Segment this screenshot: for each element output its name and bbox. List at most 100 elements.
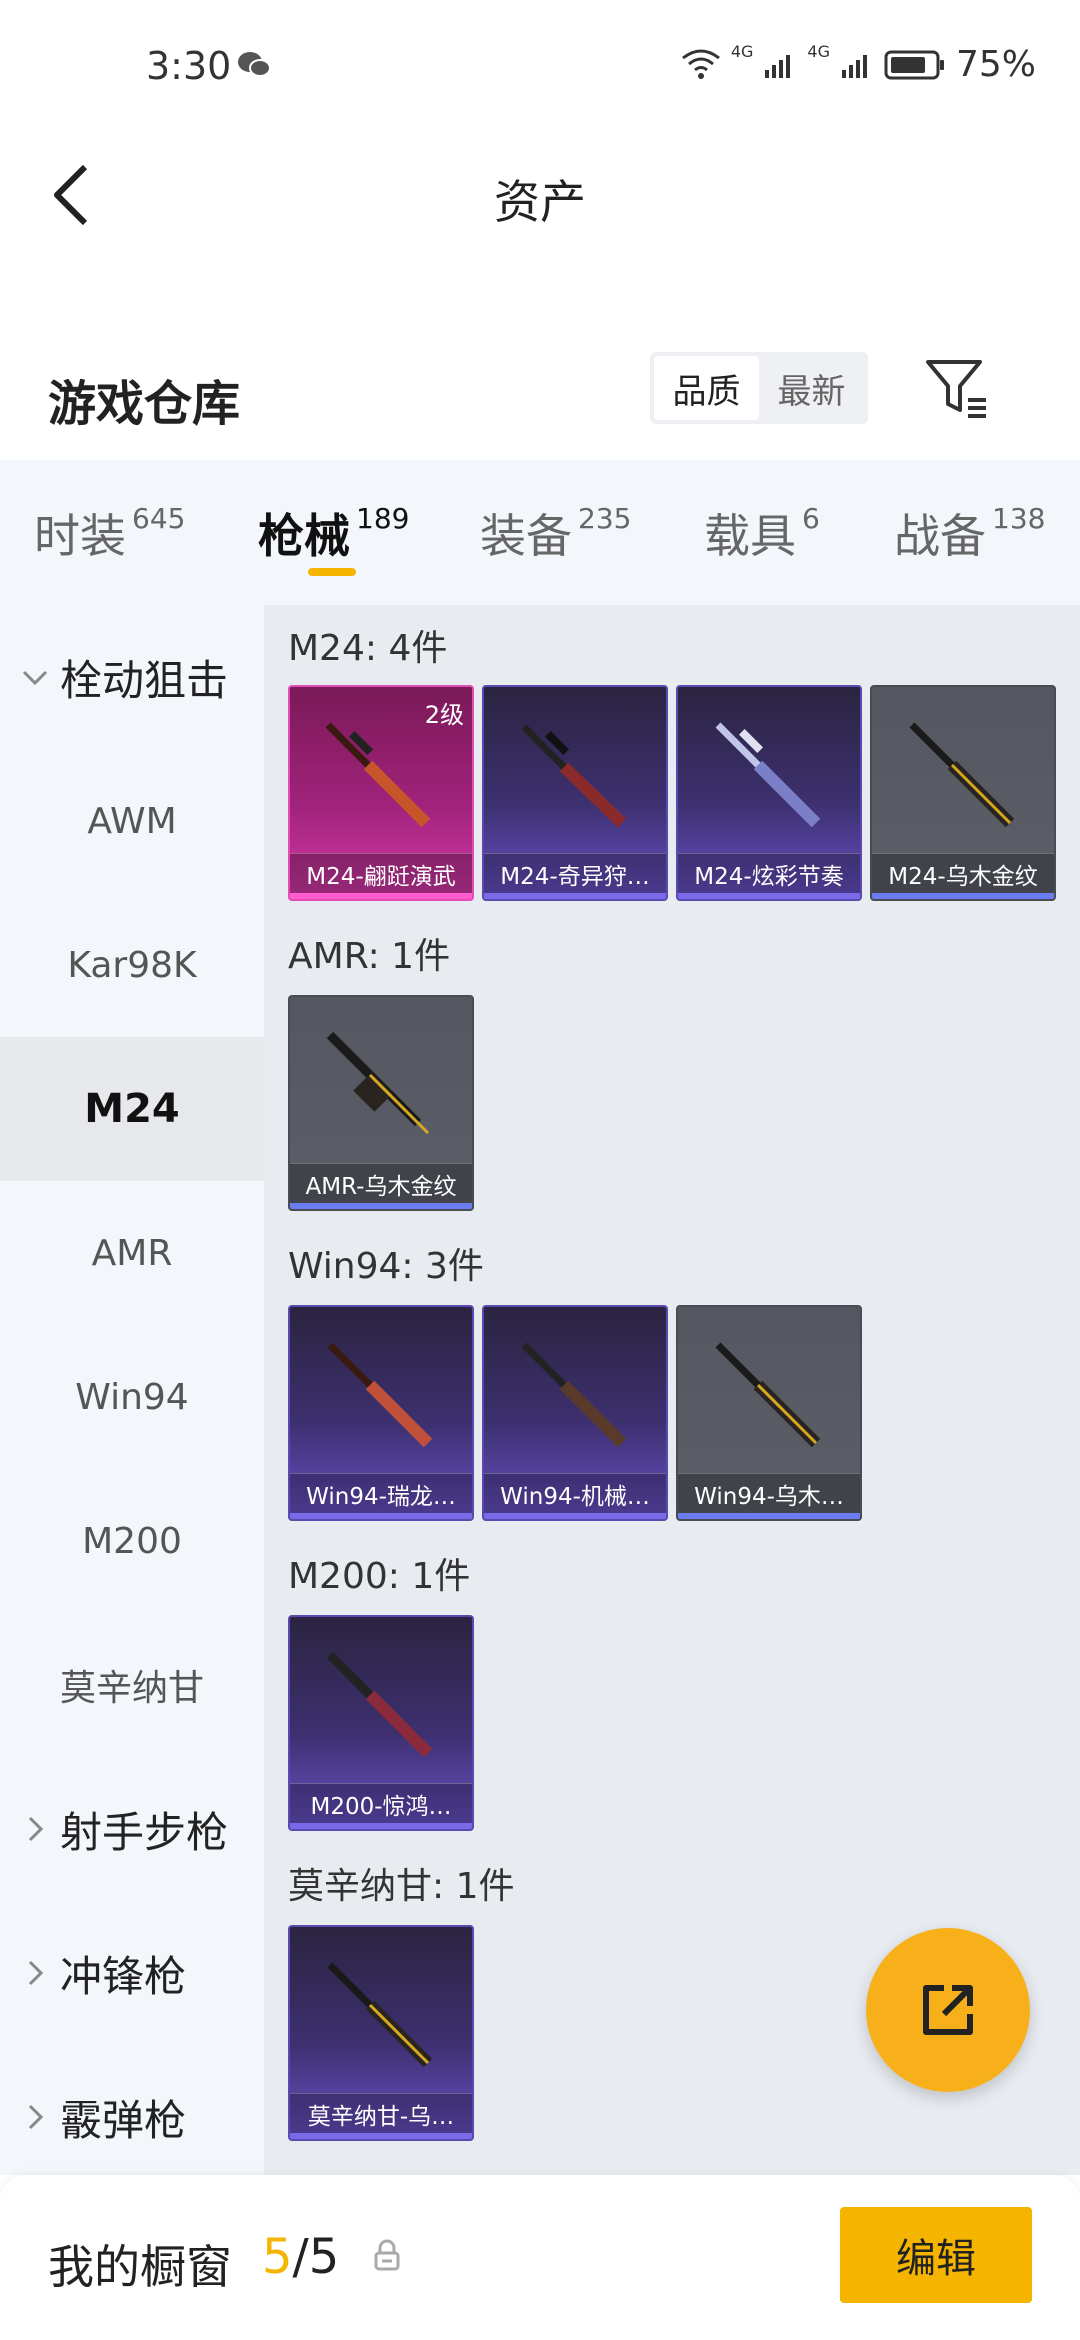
weapon-sidebar: 栓动狙击 AWM Kar98K M24 AMR Win94 M200 莫辛纳甘 … <box>0 605 264 2175</box>
rifle-icon <box>326 1031 430 1135</box>
section-title: AMR: 1件 <box>288 936 451 977</box>
wifi-icon <box>681 49 720 79</box>
rarity-bar <box>484 893 666 899</box>
edit-button[interactable]: 编辑 <box>840 2207 1032 2303</box>
tab-equipment[interactable]: 装备 235 <box>480 500 631 566</box>
sidebar-item-mosin[interactable]: 莫辛纳甘 <box>0 1613 264 1757</box>
signal-icon-2 <box>841 54 867 78</box>
rarity-bar <box>290 1513 472 1519</box>
skin-name: Win94-瑞龙… <box>290 1473 472 1513</box>
sort-option-newest[interactable]: 最新 <box>759 356 864 420</box>
status-right: 4G 4G 75% <box>681 44 1036 85</box>
rarity-bar <box>872 893 1054 899</box>
tab-fashion[interactable]: 时装 645 <box>34 500 185 566</box>
external-link-icon <box>923 1985 973 2035</box>
tab-label: 时装 <box>34 509 126 563</box>
sidebar-item-kar98k[interactable]: Kar98K <box>0 893 264 1037</box>
chevron-down-icon <box>22 670 48 686</box>
tab-label: 载具 <box>704 509 796 563</box>
rarity-bar <box>290 1823 472 1829</box>
skin-name: 莫辛纳甘-乌… <box>290 2093 472 2133</box>
tab-count: 6 <box>802 502 820 535</box>
skin-name: M24-翩跹演武 <box>290 853 472 893</box>
sidebar-group-bolt-action[interactable]: 栓动狙击 <box>18 605 228 749</box>
skin-name: M24-炫彩节奏 <box>678 853 860 893</box>
rifle-icon <box>715 722 821 828</box>
skin-name: Win94-乌木… <box>678 1473 860 1513</box>
rifle-icon <box>325 722 431 828</box>
skin-card[interactable]: M200-惊鸿… <box>288 1615 474 1831</box>
section-title: M200: 1件 <box>288 1556 471 1597</box>
signal-icon <box>765 54 791 78</box>
network-label-1: 4G <box>730 42 754 61</box>
category-tabs: 时装 645 枪械 189 装备 235 载具 6 战备 138 <box>0 460 1080 605</box>
tab-label: 战备 <box>894 509 986 563</box>
sidebar-item-m200[interactable]: M200 <box>0 1469 264 1613</box>
chevron-right-icon <box>28 1816 44 1842</box>
rarity-bar <box>678 893 860 899</box>
skin-card[interactable]: M24-奇异狩… <box>482 685 668 901</box>
sidebar-item-win94[interactable]: Win94 <box>0 1325 264 1469</box>
sidebar-group-label: 射手步枪 <box>60 1807 229 1857</box>
chevron-right-icon <box>28 2104 44 2130</box>
battery-icon <box>884 50 944 79</box>
chevron-right-icon <box>28 1960 44 1986</box>
warehouse-row: 游戏仓库 品质 最新 <box>0 330 1080 460</box>
skin-card[interactable]: 莫辛纳甘-乌… <box>288 1925 474 2141</box>
skin-name: M24-乌木金纹 <box>872 853 1054 893</box>
tab-count: 138 <box>992 502 1046 535</box>
section-title: 莫辛纳甘: 1件 <box>288 1866 515 1907</box>
section-title: M24: 4件 <box>288 628 448 669</box>
rarity-bar <box>484 1513 666 1519</box>
tab-count: 645 <box>132 502 186 535</box>
tab-vehicles[interactable]: 载具 6 <box>704 500 820 566</box>
skin-name: Win94-机械… <box>484 1473 666 1513</box>
sidebar-group-marksman[interactable]: 射手步枪 <box>18 1757 228 1901</box>
page-header: 资产 <box>0 130 1080 260</box>
sidebar-item-m24[interactable]: M24 <box>0 1037 264 1181</box>
skin-card[interactable]: Win94-机械… <box>482 1305 668 1521</box>
tab-label: 装备 <box>480 509 572 563</box>
share-fab[interactable] <box>866 1928 1030 2092</box>
sidebar-group-shotgun[interactable]: 霰弹枪 <box>18 2045 186 2189</box>
showcase-bar: 我的橱窗 5/5 编辑 <box>0 2175 1080 2340</box>
rifle-icon <box>326 1651 433 1758</box>
section-title: Win94: 3件 <box>288 1246 484 1287</box>
warehouse-title: 游戏仓库 <box>48 376 241 432</box>
status-bar: 3:30 4G 4G 75% <box>0 0 1080 130</box>
sidebar-item-amr[interactable]: AMR <box>0 1181 264 1325</box>
rifle-icon <box>909 722 1015 828</box>
skin-card[interactable]: M24-乌木金纹 <box>870 685 1056 901</box>
rifle-icon <box>521 724 627 828</box>
skin-card[interactable]: Win94-乌木… <box>676 1305 862 1521</box>
sidebar-group-label: 霰弹枪 <box>60 2095 187 2145</box>
skin-card[interactable]: AMR-乌木金纹 <box>288 995 474 1211</box>
tab-guns[interactable]: 枪械 189 <box>258 500 409 566</box>
sidebar-item-awm[interactable]: AWM <box>0 749 264 893</box>
showcase-count: 5/5 <box>262 2229 339 2285</box>
wechat-icon <box>238 52 271 77</box>
tab-label: 枪械 <box>258 509 350 563</box>
page-title: 资产 <box>494 175 586 229</box>
active-tab-indicator <box>308 568 356 576</box>
rifle-icon <box>327 1342 433 1448</box>
skin-card[interactable]: Win94-瑞龙… <box>288 1305 474 1521</box>
tab-supplies[interactable]: 战备 138 <box>894 500 1045 566</box>
rifle-icon <box>715 1342 821 1448</box>
filter-button[interactable] <box>922 352 994 424</box>
sidebar-group-smg[interactable]: 冲锋枪 <box>18 1901 186 2045</box>
showcase-separator: / <box>292 2229 309 2285</box>
showcase-current: 5 <box>262 2229 293 2285</box>
rarity-bar <box>290 1203 472 1209</box>
status-time: 3:30 <box>146 44 232 88</box>
network-label-2: 4G <box>807 42 830 61</box>
rarity-bar <box>290 2133 472 2139</box>
showcase-label: 我的橱窗 <box>48 2240 232 2294</box>
skin-card[interactable]: M24-炫彩节奏 <box>676 685 862 901</box>
skin-name: M200-惊鸿… <box>290 1783 472 1823</box>
sort-option-quality[interactable]: 品质 <box>654 356 759 420</box>
skin-card[interactable]: 2级 M24-翩跹演武 <box>288 685 474 901</box>
filter-icon <box>926 360 986 418</box>
skin-name: AMR-乌木金纹 <box>290 1163 472 1203</box>
sort-toggle: 品质 最新 <box>650 352 868 424</box>
